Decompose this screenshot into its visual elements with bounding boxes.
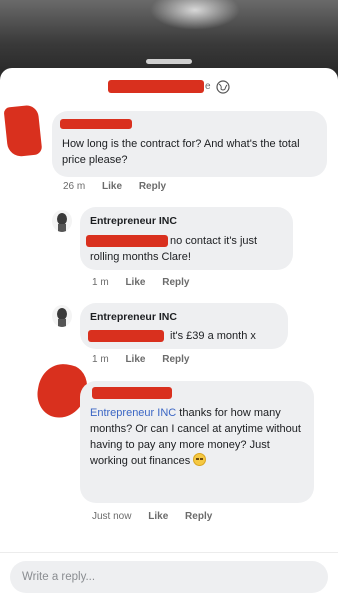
reply-composer[interactable] bbox=[10, 561, 328, 593]
like-button[interactable]: Like bbox=[125, 354, 145, 365]
drag-handle[interactable] bbox=[146, 59, 192, 64]
redacted-name bbox=[108, 80, 204, 93]
avatar[interactable] bbox=[52, 305, 72, 327]
comment-author: Entrepreneur INC bbox=[90, 311, 177, 323]
comment-meta: 26 m Like Reply bbox=[63, 181, 180, 192]
comment-bubble: Entrepreneur INC no contact it's just ro… bbox=[80, 207, 293, 270]
avatar-icon bbox=[57, 308, 67, 327]
comment-author: Entrepreneur INC bbox=[90, 215, 177, 227]
comment-bubble: How long is the contract for? And what's… bbox=[52, 111, 327, 177]
avatar[interactable] bbox=[52, 210, 72, 232]
comment-text: no contact it's just rolling months Clar… bbox=[90, 235, 258, 263]
redacted-author bbox=[92, 387, 172, 399]
comment-bubble: Entrepreneur INC thanks for how many mon… bbox=[80, 381, 314, 503]
reply-button[interactable]: Reply bbox=[162, 354, 189, 365]
like-button[interactable]: Like bbox=[148, 511, 168, 522]
composer-divider bbox=[0, 552, 338, 553]
comment-time: 1 m bbox=[92, 354, 109, 365]
post-header: e bbox=[0, 80, 338, 96]
redacted-avatar bbox=[3, 104, 43, 158]
reply-button[interactable]: Reply bbox=[162, 277, 189, 288]
comment-text: How long is the contract for? And what's… bbox=[62, 138, 300, 166]
avatar-icon bbox=[57, 213, 67, 232]
comment-text: it's £39 a month x bbox=[170, 330, 256, 342]
comment-bubble: Entrepreneur INC it's £39 a month x bbox=[80, 303, 288, 349]
like-button[interactable]: Like bbox=[125, 277, 145, 288]
reply-button[interactable]: Reply bbox=[139, 181, 166, 192]
reply-input[interactable] bbox=[22, 561, 312, 593]
sweat-smile-emoji bbox=[193, 453, 207, 466]
comment-text: Entrepreneur INC thanks for how many mon… bbox=[90, 405, 308, 469]
photo-highlight bbox=[150, 0, 240, 30]
like-button[interactable]: Like bbox=[102, 181, 122, 192]
redacted-author bbox=[60, 119, 132, 129]
comment-meta: Just now Like Reply bbox=[92, 511, 226, 522]
redacted-mention bbox=[88, 330, 164, 342]
globe-icon bbox=[216, 80, 230, 94]
comment-meta: 1 m Like Reply bbox=[92, 277, 203, 288]
name-suffix: e bbox=[205, 81, 211, 92]
comment-meta: 1 m Like Reply bbox=[92, 354, 203, 365]
comment-time: 26 m bbox=[63, 181, 86, 192]
mention-link[interactable]: Entrepreneur INC bbox=[90, 407, 176, 419]
reply-button[interactable]: Reply bbox=[185, 511, 212, 522]
comment-time: 1 m bbox=[92, 277, 109, 288]
comment-time: Just now bbox=[92, 511, 132, 522]
